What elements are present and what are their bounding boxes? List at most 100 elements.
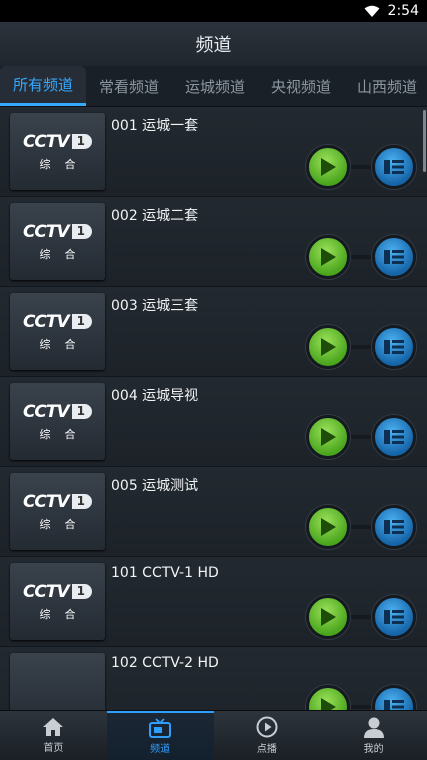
- channel-row[interactable]: CCTV 1 综合 002 运城二套: [0, 197, 427, 287]
- logo-subtitle: 综合: [39, 157, 90, 171]
- status-bar: 2:54: [0, 0, 427, 22]
- play-button[interactable]: [306, 325, 350, 369]
- tv-icon: [149, 718, 172, 738]
- program-guide-button[interactable]: [372, 145, 416, 189]
- tab-all-channels[interactable]: 所有频道: [0, 66, 86, 106]
- user-icon: [363, 717, 384, 738]
- button-connector: [350, 435, 372, 439]
- channel-thumbnail[interactable]: CCTV 1 综合: [10, 383, 105, 460]
- program-guide-button[interactable]: [372, 235, 416, 279]
- channel-thumbnail[interactable]: [10, 653, 105, 710]
- channel-thumbnail[interactable]: CCTV 1 综合: [10, 293, 105, 370]
- channel-name: 001 运城一套: [111, 118, 199, 134]
- channel-name: 004 运城导视: [111, 388, 199, 404]
- logo-subtitle: 综合: [39, 517, 90, 531]
- play-icon: [321, 248, 336, 266]
- cctv-logo: CCTV 1: [22, 311, 93, 332]
- list-icon: [384, 520, 404, 534]
- cctv-logo: CCTV 1: [22, 131, 93, 152]
- play-button[interactable]: [306, 595, 350, 639]
- logo-brand: CCTV: [22, 581, 70, 602]
- channel-row[interactable]: CCTV 1 综合 101 CCTV-1 HD: [0, 557, 427, 647]
- play-button[interactable]: [306, 235, 350, 279]
- list-icon: [384, 160, 404, 174]
- logo-brand: CCTV: [22, 401, 70, 422]
- button-connector: [350, 705, 372, 709]
- title-bar: 频道: [0, 22, 427, 67]
- nav-vod[interactable]: 点播: [214, 711, 321, 760]
- channel-row[interactable]: 102 CCTV-2 HD: [0, 647, 427, 710]
- wifi-icon: [364, 5, 380, 17]
- play-button[interactable]: [306, 145, 350, 189]
- logo-brand: CCTV: [22, 221, 70, 242]
- bottom-nav: 首页 频道 点播 我的: [0, 710, 427, 760]
- logo-number: 1: [71, 134, 93, 149]
- nav-home-label: 首页: [43, 743, 64, 754]
- list-icon: [384, 610, 404, 624]
- logo-number: 1: [71, 494, 93, 509]
- cctv-logo: CCTV 1: [22, 581, 93, 602]
- button-connector: [350, 345, 372, 349]
- program-guide-button[interactable]: [372, 325, 416, 369]
- play-button[interactable]: [306, 415, 350, 459]
- play-icon: [321, 158, 336, 176]
- channel-name: 102 CCTV-2 HD: [111, 655, 219, 671]
- logo-subtitle: 综合: [39, 247, 90, 261]
- cctv-logo: CCTV 1: [22, 491, 93, 512]
- channel-name: 005 运城测试: [111, 478, 199, 494]
- button-connector: [350, 525, 372, 529]
- cctv-logo: CCTV 1: [22, 401, 93, 422]
- cctv-logo: CCTV 1: [22, 221, 93, 242]
- logo-subtitle: 综合: [39, 607, 90, 621]
- home-icon: [43, 718, 64, 736]
- tab-frequent[interactable]: 常看频道: [86, 66, 172, 106]
- status-time: 2:54: [387, 3, 419, 19]
- play-button[interactable]: [306, 685, 350, 710]
- tab-cctv[interactable]: 央视频道: [258, 66, 344, 106]
- play-icon: [321, 428, 336, 446]
- logo-subtitle: 综合: [39, 427, 90, 441]
- logo-number: 1: [71, 584, 93, 599]
- nav-home[interactable]: 首页: [0, 711, 107, 760]
- play-icon: [321, 338, 336, 356]
- button-connector: [350, 165, 372, 169]
- channel-name: 101 CCTV-1 HD: [111, 565, 219, 581]
- logo-brand: CCTV: [22, 131, 70, 152]
- play-icon: [321, 608, 336, 626]
- logo-brand: CCTV: [22, 491, 70, 512]
- program-guide-button[interactable]: [372, 505, 416, 549]
- channel-thumbnail[interactable]: CCTV 1 综合: [10, 203, 105, 280]
- play-button[interactable]: [306, 505, 350, 549]
- logo-brand: CCTV: [22, 311, 70, 332]
- tab-yuncheng[interactable]: 运城频道: [172, 66, 258, 106]
- nav-channels[interactable]: 频道: [106, 711, 214, 760]
- logo-number: 1: [71, 314, 93, 329]
- play-icon: [321, 518, 336, 536]
- logo-number: 1: [71, 224, 93, 239]
- nav-vod-label: 点播: [256, 744, 277, 755]
- list-icon: [384, 430, 404, 444]
- channel-thumbnail[interactable]: CCTV 1 综合: [10, 113, 105, 190]
- scrollbar[interactable]: [423, 110, 426, 172]
- nav-channels-label: 频道: [150, 744, 171, 755]
- channel-name: 003 运城三套: [111, 298, 199, 314]
- channel-list[interactable]: CCTV 1 综合 001 运城一套 CCTV 1 综合 002 运城二套 CC…: [0, 107, 427, 710]
- list-icon: [384, 250, 404, 264]
- channel-row[interactable]: CCTV 1 综合 001 运城一套: [0, 107, 427, 197]
- tab-shanxi[interactable]: 山西频道: [344, 66, 427, 106]
- page-title: 频道: [195, 35, 232, 56]
- program-guide-button[interactable]: [372, 595, 416, 639]
- channel-thumbnail[interactable]: CCTV 1 综合: [10, 563, 105, 640]
- channel-row[interactable]: CCTV 1 综合 003 运城三套: [0, 287, 427, 377]
- channel-thumbnail[interactable]: CCTV 1 综合: [10, 473, 105, 550]
- nav-mine-label: 我的: [363, 744, 384, 755]
- nav-mine[interactable]: 我的: [320, 711, 427, 760]
- list-icon: [384, 340, 404, 354]
- channel-row[interactable]: CCTV 1 综合 004 运城导视: [0, 377, 427, 467]
- channel-row[interactable]: CCTV 1 综合 005 运城测试: [0, 467, 427, 557]
- button-connector: [350, 615, 372, 619]
- channel-tabs: 所有频道 常看频道 运城频道 央视频道 山西频道: [0, 66, 427, 107]
- play-circle-icon: [256, 716, 278, 738]
- program-guide-button[interactable]: [372, 685, 416, 710]
- program-guide-button[interactable]: [372, 415, 416, 459]
